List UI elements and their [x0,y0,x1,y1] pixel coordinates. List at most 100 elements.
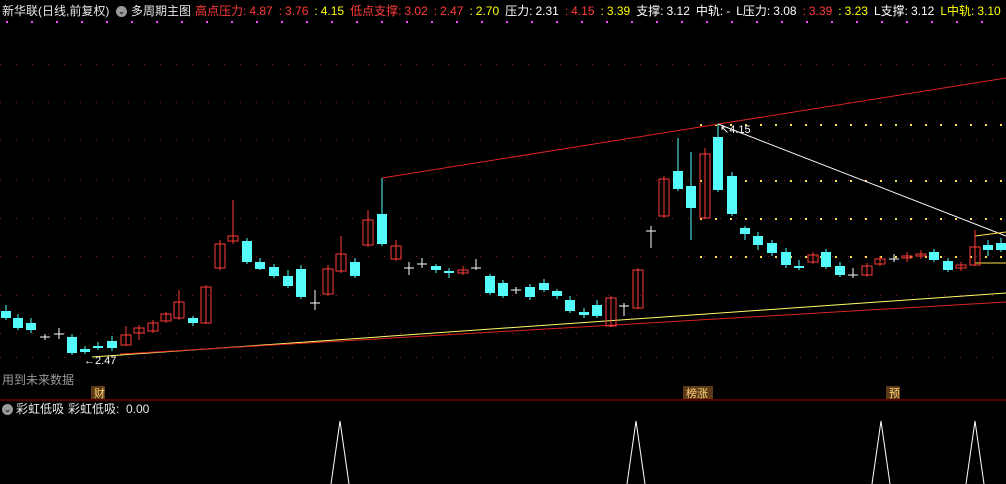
subpanel-header-bar: ⌄ 彩虹低吸 彩虹低吸: 0.00 [0,401,1006,418]
grid-dot [816,218,817,219]
grid-dot [624,218,625,219]
grid-dot [16,64,17,65]
grid-dot [688,218,689,219]
grid-dot [272,295,273,296]
grid-dot [464,357,465,358]
grid-dot [208,357,209,358]
level-dot [865,256,867,258]
grid-dot [528,333,529,334]
level-dot [970,124,972,126]
grid-dot [496,102,497,103]
grid-dot [48,357,49,358]
grid-dot [112,180,113,181]
chevron-down-icon[interactable]: ⌄ [2,404,13,415]
grid-dot [992,218,993,219]
grid-dot [496,357,497,358]
level-dot [880,180,882,182]
header-dot [356,21,358,23]
grid-dot [336,218,337,219]
grid-dot [864,102,865,103]
grid-dot [800,256,801,257]
field-value: 3.12 [910,4,935,18]
grid-dot [960,102,961,103]
header-dot [831,21,833,23]
field-label: L压力: [736,4,771,18]
grid-dot [128,357,129,358]
grid-dot [944,333,945,334]
grid-dot [112,64,113,65]
grid-dot [224,218,225,219]
header-dot [456,21,458,23]
grid-dot [304,64,305,65]
field-value: 3.02 [404,4,428,18]
grid-dot [912,218,913,219]
grid-dot [624,256,625,257]
grid-dot [48,180,49,181]
candle-body [753,236,763,245]
grid-dot [400,64,401,65]
grid-dot [256,333,257,334]
grid-dot [960,140,961,141]
level-dot [760,180,762,182]
grid-dot [640,333,641,334]
level-dot [715,218,717,220]
grid-dot [224,357,225,358]
grid-dot [560,357,561,358]
candle-body [767,243,777,253]
level-dot [850,180,852,182]
grid-dot [928,218,929,219]
grid-dot [272,140,273,141]
grid-dot [480,295,481,296]
grid-dot [912,64,913,65]
grid-dot [0,102,1,103]
grid-dot [320,140,321,141]
level-dot [775,218,777,220]
field-value: 3.12 [666,4,690,18]
grid-dot [752,180,753,181]
grid-dot [784,102,785,103]
header-dot [481,21,483,23]
stock-title[interactable]: 新华联(日线,前复权) [2,3,109,20]
grid-dot [176,218,177,219]
level-dot [880,124,882,126]
level-dot [790,218,792,220]
candle-body [269,267,279,276]
grid-dot [976,256,977,257]
grid-dot [800,64,801,65]
tag-bangzhang: 榜涨 [686,386,708,400]
grid-dot [464,295,465,296]
field-label: : [433,4,438,18]
grid-dot [0,218,1,219]
panel-title[interactable]: 多周期主图 [131,3,191,20]
grid-dot [288,180,289,181]
grid-dot [432,357,433,358]
grid-dot [208,180,209,181]
field-label: : [564,4,569,18]
grid-dot [432,256,433,257]
grid-dot [976,102,977,103]
candle-body [188,318,198,323]
level-dot [745,218,747,220]
grid-dot [960,180,961,181]
level-dot [955,218,957,220]
grid-dot [80,140,81,141]
candle-body [983,245,993,250]
subpanel-title[interactable]: 彩虹低吸 [16,401,64,418]
grid-dot [400,140,401,141]
grid-dot [608,102,609,103]
grid-dot [752,140,753,141]
grid-dot [288,102,289,103]
grid-dot [608,218,609,219]
grid-dot [624,357,625,358]
chevron-down-icon[interactable]: ⌄ [116,6,127,17]
level-dot [955,124,957,126]
grid-dot [688,180,689,181]
level-dot [805,256,807,258]
grid-dot [512,295,513,296]
grid-dot [784,180,785,181]
grid-dot [432,180,433,181]
grid-dot [480,102,481,103]
grid-dot [720,333,721,334]
grid-dot [400,357,401,358]
grid-dot [800,295,801,296]
